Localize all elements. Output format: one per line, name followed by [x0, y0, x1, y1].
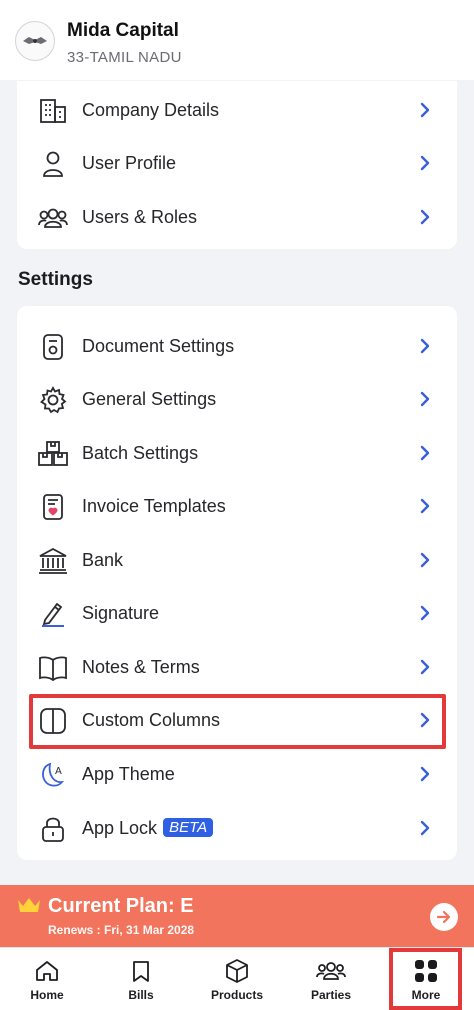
app-header: Mida Capital 33-TAMIL NADU	[0, 0, 474, 80]
chevron-right-icon	[420, 605, 430, 621]
box-icon	[224, 958, 250, 984]
row-user-profile[interactable]: User Profile	[17, 137, 457, 189]
business-name[interactable]: Mida Capital	[67, 20, 179, 42]
row-label: Batch Settings	[82, 442, 199, 463]
plan-title: Current Plan: E	[48, 895, 194, 917]
business-logo[interactable]	[15, 21, 55, 61]
nav-products[interactable]: Products	[204, 948, 270, 1010]
nav-more[interactable]: More	[396, 948, 456, 1010]
row-document-settings[interactable]: Document Settings	[17, 320, 457, 372]
plan-renewal-date: Renews : Fri, 31 Mar 2028	[48, 923, 195, 937]
chevron-right-icon	[420, 712, 430, 728]
row-app-theme[interactable]: A App Theme	[17, 748, 457, 800]
chevron-right-icon	[420, 338, 430, 354]
row-company-details[interactable]: Company Details	[17, 84, 457, 136]
row-batch-settings[interactable]: Batch Settings	[17, 427, 457, 479]
account-card: Company Details User Profile Users & Rol…	[17, 81, 457, 249]
row-label: Users & Roles	[82, 206, 198, 227]
row-label: Bank	[82, 549, 124, 570]
row-label: Signature	[82, 602, 160, 623]
theme-icon: A	[37, 759, 69, 791]
row-custom-columns[interactable]: Custom Columns	[17, 694, 457, 746]
app-lock-text: App Lock	[82, 817, 158, 838]
building-icon	[37, 95, 69, 127]
row-label: Invoice Templates	[82, 495, 226, 516]
row-general-settings[interactable]: General Settings	[17, 373, 457, 425]
document-settings-icon	[37, 331, 69, 363]
row-label: Company Details	[82, 99, 220, 120]
chevron-right-icon	[420, 659, 430, 675]
pen-icon	[37, 598, 69, 630]
row-label: App Lock BETA	[82, 817, 214, 839]
boxes-icon	[37, 438, 69, 470]
chevron-right-icon	[420, 766, 430, 782]
chevron-right-icon	[420, 445, 430, 461]
nav-parties[interactable]: Parties	[302, 948, 360, 1010]
chevron-right-icon	[420, 820, 430, 836]
bank-icon	[37, 545, 69, 577]
arrow-right-icon[interactable]	[430, 903, 458, 931]
current-plan-banner[interactable]: Current Plan: E Renews : Fri, 31 Mar 202…	[0, 885, 474, 947]
settings-card: Document Settings General Settings Batch…	[17, 306, 457, 860]
row-app-lock[interactable]: App Lock BETA	[17, 802, 457, 854]
home-icon	[34, 958, 60, 984]
chevron-right-icon	[420, 552, 430, 568]
invoice-template-icon	[37, 491, 69, 523]
nav-label: Home	[30, 988, 64, 1002]
chevron-right-icon	[420, 102, 430, 118]
users-icon	[37, 202, 69, 234]
settings-section-title: Settings	[18, 269, 93, 290]
chevron-right-icon	[420, 209, 430, 225]
gear-icon	[37, 384, 69, 416]
bookmark-icon	[130, 958, 152, 984]
row-notes-terms[interactable]: Notes & Terms	[17, 641, 457, 693]
row-label: User Profile	[82, 152, 177, 173]
grid-icon	[414, 958, 438, 984]
columns-icon	[37, 705, 69, 737]
lock-icon	[37, 813, 69, 845]
beta-badge: BETA	[163, 817, 214, 837]
row-label: App Theme	[82, 763, 175, 784]
chevron-right-icon	[420, 155, 430, 171]
row-users-roles[interactable]: Users & Roles	[17, 191, 457, 243]
row-label: General Settings	[82, 388, 217, 409]
nav-home[interactable]: Home	[18, 948, 76, 1010]
user-icon	[37, 148, 69, 180]
row-signature[interactable]: Signature	[17, 587, 457, 639]
nav-label: Bills	[128, 988, 154, 1002]
row-bank[interactable]: Bank	[17, 534, 457, 586]
nav-label: More	[411, 988, 441, 1002]
row-invoice-templates[interactable]: Invoice Templates	[17, 480, 457, 532]
row-label: Document Settings	[82, 335, 235, 356]
svg-text:A: A	[55, 766, 62, 777]
book-icon	[37, 652, 69, 684]
business-state: 33-TAMIL NADU	[67, 49, 182, 66]
parties-icon	[316, 958, 346, 984]
nav-label: Parties	[310, 988, 352, 1002]
chevron-right-icon	[420, 498, 430, 514]
crown-icon	[18, 898, 40, 912]
nav-bills[interactable]: Bills	[112, 948, 170, 1010]
nav-label: Products	[210, 988, 263, 1002]
row-label: Notes & Terms	[82, 656, 200, 677]
row-label: Custom Columns	[82, 709, 221, 730]
chevron-right-icon	[420, 391, 430, 407]
bottom-navigation: Home Bills Products Parties More	[0, 947, 474, 1010]
